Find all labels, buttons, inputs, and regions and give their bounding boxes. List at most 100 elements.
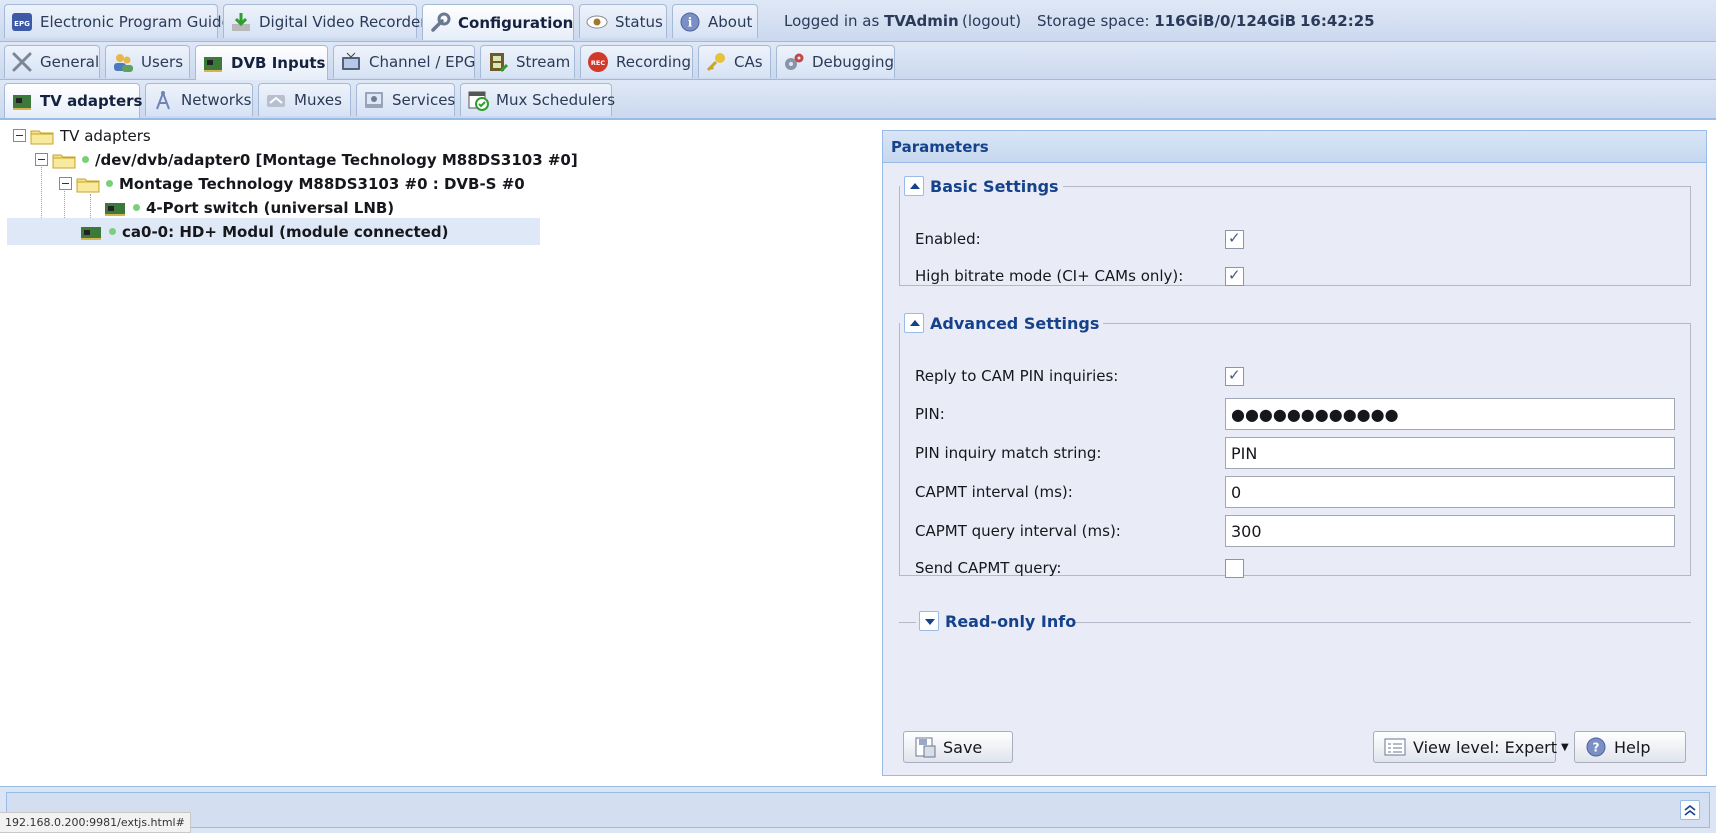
tree-node-root[interactable]: TV adapters [13, 122, 151, 149]
expand-down-icon[interactable] [919, 611, 939, 631]
reply-pin-row: Reply to CAM PIN inquiries: [915, 361, 1244, 391]
chevron-down-icon: ▼ [1561, 741, 1569, 753]
tools-icon [11, 51, 33, 73]
card-icon [11, 90, 33, 112]
eye-icon [586, 11, 608, 33]
double-chevron-up-icon [1684, 804, 1696, 816]
svg-text:i: i [688, 15, 693, 29]
folder-icon [76, 175, 100, 193]
adapter-tree: TV adapters /dev/dvb/adapter0 [Montage T… [0, 122, 880, 782]
send-capmt-checkbox[interactable] [1225, 558, 1244, 578]
tab-users[interactable]: Users [105, 45, 190, 78]
browser-status-url: 192.168.0.200:9981/extjs.html# [0, 812, 191, 833]
tab-muxes[interactable]: Muxes [258, 83, 351, 116]
capmt-interval-field[interactable]: 0 [1225, 476, 1675, 508]
save-icon [914, 736, 936, 758]
collapse-up-icon[interactable] [904, 313, 924, 333]
username: TVAdmin [884, 12, 959, 30]
enabled-dot [106, 180, 113, 187]
wrench-icon [429, 12, 451, 34]
tree-node-ca[interactable]: ca0-0: HD+ Modul (module connected) [7, 218, 540, 245]
advanced-settings-fieldset: Advanced Settings Reply to CAM PIN inqui… [899, 313, 1691, 578]
pin-match-row: PIN inquiry match string: PIN [915, 436, 1675, 470]
svg-text:REC: REC [591, 59, 605, 67]
tab-channel-epg[interactable]: Channel / EPG [333, 45, 475, 78]
divider [1073, 622, 1691, 623]
help-button[interactable]: ? Help [1574, 731, 1686, 763]
basic-settings-legend[interactable]: Basic Settings [900, 176, 1063, 196]
svg-text:?: ? [1593, 741, 1600, 755]
tab-about[interactable]: i About [672, 4, 758, 38]
tab-debugging[interactable]: Debugging [776, 45, 895, 78]
view-level-dropdown[interactable]: View level: Expert ▼ [1373, 731, 1569, 763]
expand-log-button[interactable] [1680, 800, 1700, 820]
collapse-toggle[interactable] [59, 177, 72, 190]
capmt-query-field[interactable]: 300 [1225, 515, 1675, 547]
high-bitrate-row: High bitrate mode (CI+ CAMs only): [915, 261, 1244, 291]
collapse-toggle[interactable] [13, 129, 26, 142]
enabled-dot [82, 156, 89, 163]
tab-networks[interactable]: Networks [145, 83, 253, 116]
enabled-dot [133, 204, 140, 211]
parameters-panel: Parameters Basic Settings Enabled: High … [882, 130, 1707, 776]
log-panel-header [6, 792, 1710, 828]
save-button[interactable]: Save [903, 731, 1013, 763]
send-capmt-row: Send CAPMT query: [915, 553, 1244, 583]
card-icon [202, 52, 224, 74]
users-icon [112, 51, 134, 73]
capmt-query-row: CAPMT query interval (ms): 300 [915, 514, 1675, 548]
tab-tv-adapters[interactable]: TV adapters [4, 83, 142, 118]
pin-row: PIN: ●●●●●●●●●●●● [915, 397, 1675, 431]
mux-icon [265, 89, 287, 111]
collapse-up-icon[interactable] [904, 176, 924, 196]
tab-general[interactable]: General [4, 45, 100, 78]
calendar-icon [467, 89, 489, 111]
panel-title: Parameters [883, 131, 1706, 163]
dvb-tab-bar: TV adapters Networks Muxes Services Mux … [0, 80, 1716, 120]
main-tab-bar: EPG Electronic Program Guide Digital Vid… [0, 0, 1716, 42]
tab-dvr[interactable]: Digital Video Recorder [223, 4, 426, 38]
log-panel [0, 786, 1716, 833]
film-icon [487, 51, 509, 73]
svg-text:EPG: EPG [14, 20, 30, 28]
tab-configuration[interactable]: Configuration [422, 4, 574, 40]
list-icon [1384, 736, 1406, 758]
card-icon [104, 197, 126, 219]
tab-status[interactable]: Status [579, 4, 667, 38]
gears-icon [783, 51, 805, 73]
tab-dvb-inputs[interactable]: DVB Inputs [195, 45, 328, 80]
tab-epg[interactable]: EPG Electronic Program Guide [4, 4, 231, 38]
tab-cas[interactable]: CAs [698, 45, 771, 78]
storage-value: 116GiB/0/124GiB [1154, 12, 1297, 30]
tab-recording[interactable]: REC Recording [580, 45, 693, 78]
tree-node-frontend[interactable]: Montage Technology M88DS3103 #0 : DVB-S … [59, 170, 525, 197]
key-icon [705, 51, 727, 73]
antenna-icon [152, 89, 174, 111]
readonly-info-legend[interactable]: Read-only Info [919, 611, 1076, 631]
enabled-checkbox[interactable] [1225, 229, 1244, 249]
services-icon [363, 89, 385, 111]
tab-services[interactable]: Services [356, 83, 455, 116]
folder-icon [52, 151, 76, 169]
tree-node-switch[interactable]: 4-Port switch (universal LNB) [104, 194, 394, 221]
storage-status: Storage space: 116GiB/0/124GiB [1037, 12, 1297, 30]
tab-mux-schedulers[interactable]: Mux Schedulers [460, 83, 615, 116]
download-icon [230, 11, 252, 33]
tree-node-adapter[interactable]: /dev/dvb/adapter0 [Montage Technology M8… [35, 146, 578, 173]
pin-field[interactable]: ●●●●●●●●●●●● [1225, 398, 1675, 430]
folder-icon [30, 127, 54, 145]
tab-stream[interactable]: Stream [480, 45, 575, 78]
rec-icon: REC [587, 51, 609, 73]
logout-link[interactable]: (logout) [962, 0, 1021, 42]
pin-match-field[interactable]: PIN [1225, 437, 1675, 469]
clock: 16:42:25 [1300, 12, 1375, 30]
high-bitrate-checkbox[interactable] [1225, 266, 1244, 286]
enabled-dot [109, 228, 116, 235]
login-status: Logged in as TVAdmin [784, 12, 959, 30]
epg-icon: EPG [11, 11, 33, 33]
basic-settings-fieldset: Basic Settings Enabled: High bitrate mod… [899, 176, 1691, 286]
collapse-toggle[interactable] [35, 153, 48, 166]
reply-pin-checkbox[interactable] [1225, 366, 1244, 386]
capmt-interval-row: CAPMT interval (ms): 0 [915, 475, 1675, 509]
advanced-settings-legend[interactable]: Advanced Settings [900, 313, 1103, 333]
